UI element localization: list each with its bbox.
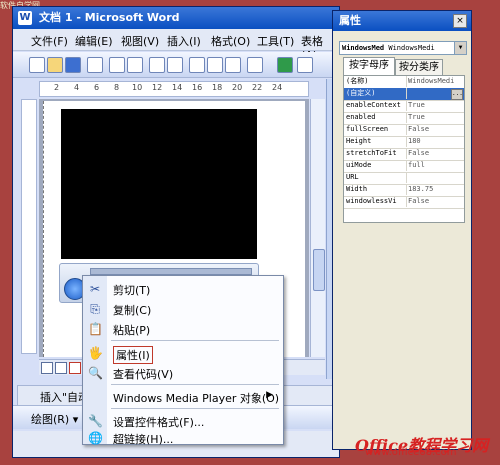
table-icon[interactable] [297, 57, 313, 73]
menu-view[interactable]: 视图(V) [121, 33, 159, 49]
submenu-arrow-icon: ▶ [266, 390, 273, 400]
scrollbar-thumb[interactable] [313, 249, 325, 291]
menu-item-wmp-object[interactable]: Windows Media Player 对象(O) ▶ [83, 387, 283, 407]
property-row[interactable]: windowlessVi False [344, 196, 464, 209]
normal-view-icon[interactable] [41, 362, 53, 374]
word-window-title: 文档 1 - Microsoft Word [39, 11, 180, 24]
ruler-tick: 8 [114, 83, 120, 92]
properties-title: 属性 [333, 11, 471, 31]
ruler-tick: 16 [192, 83, 203, 92]
menu-item-label: 剪切(T) [113, 284, 151, 297]
object-selector[interactable]: WindowsMed WindowsMedi ▼ [339, 41, 467, 55]
ruler-tick: 4 [74, 83, 80, 92]
menu-file[interactable]: 文件(F) [31, 33, 68, 49]
media-player-video[interactable] [61, 109, 257, 259]
menu-item-label: 复制(C) [113, 304, 152, 317]
ellipsis-button[interactable]: ... [451, 89, 463, 100]
menu-item-properties[interactable]: 🖐 属性(I) [83, 343, 283, 364]
menu-separator [111, 340, 279, 341]
ruler-tick: 18 [212, 83, 223, 92]
menu-item-paste[interactable]: 📋 粘贴(P) [83, 319, 283, 339]
watermark-url: www.office68.com [365, 447, 457, 458]
view-code-icon: 🔍 [88, 366, 103, 380]
spelling-icon[interactable] [149, 57, 165, 73]
standard-toolbar [13, 52, 339, 78]
paste-icon: 📋 [88, 322, 103, 336]
ruler-tick: 14 [172, 83, 183, 92]
menu-edit[interactable]: 编辑(E) [75, 33, 113, 49]
menu-insert[interactable]: 插入(I) [167, 33, 201, 49]
menu-tools[interactable]: 工具(T) [257, 33, 294, 49]
menu-separator [111, 384, 279, 385]
hyperlink-toolbar-icon[interactable] [277, 57, 293, 73]
close-icon[interactable]: × [453, 14, 467, 28]
ruler-tick: 12 [152, 83, 163, 92]
chevron-down-icon: ▼ [454, 42, 466, 54]
property-grid: (名称) WindowsMedi (自定义)... enableContext Tr… [343, 75, 465, 223]
menu-item-label: Windows Media Player 对象(O) [113, 392, 280, 405]
horizontal-ruler: 2 4 6 8 10 12 14 16 18 20 22 24 [39, 81, 309, 97]
ruler-tick: 10 [132, 83, 143, 92]
menu-bar: 文件(F) 编辑(E) 视图(V) 插入(I) 格式(O) 工具(T) 表格(A… [13, 29, 339, 62]
properties-icon: 🖐 [88, 346, 103, 360]
ruler-tick: 20 [232, 83, 243, 92]
menu-item-cut[interactable]: ✂ 剪切(T) [83, 279, 283, 299]
menu-item-copy[interactable]: ⎘ 复制(C) [83, 299, 283, 319]
paste-toolbar-icon[interactable] [225, 57, 241, 73]
ruler-tick: 2 [54, 83, 60, 92]
new-icon[interactable] [29, 57, 45, 73]
web-view-icon[interactable] [55, 362, 67, 374]
menu-format[interactable]: 格式(O) [211, 33, 250, 49]
ruler-tick: 24 [272, 83, 283, 92]
save-icon[interactable] [65, 57, 81, 73]
menu-item-label: 查看代码(V) [113, 368, 174, 381]
print-view-icon[interactable] [69, 362, 81, 374]
menu-item-hyperlink[interactable]: 🌐 超链接(H)... [83, 428, 283, 448]
print-icon[interactable] [109, 57, 125, 73]
scissors-icon: ✂ [89, 282, 101, 296]
undo-icon[interactable] [247, 57, 263, 73]
word-app-icon: W [18, 11, 32, 25]
copy-icon: ⎘ [90, 302, 100, 316]
seek-bar[interactable] [90, 268, 252, 275]
tab-categorized[interactable]: 按分类序 [395, 59, 443, 76]
copy-toolbar-icon[interactable] [207, 57, 223, 73]
menu-item-label: 属性(I) [113, 346, 153, 364]
permission-icon[interactable] [87, 57, 103, 73]
menu-item-view-code[interactable]: 🔍 查看代码(V) [83, 363, 283, 383]
ruler-tick: 22 [252, 83, 263, 92]
vertical-scrollbar[interactable] [310, 99, 325, 357]
format-control-icon: 🔧 [88, 414, 103, 428]
object-name: WindowsMed [342, 44, 385, 52]
word-title-bar: W 文档 1 - Microsoft Word [13, 7, 339, 29]
object-type: WindowsMedi [388, 44, 435, 52]
tab-alphabetic[interactable]: 按字母序 [343, 57, 395, 76]
menu-separator [111, 408, 279, 409]
ruler-tick: 6 [94, 83, 100, 92]
menu-item-label: 超链接(H)... [113, 433, 174, 446]
menu-item-label: 粘贴(P) [113, 324, 151, 337]
context-menu: ✂ 剪切(T) ⎘ 复制(C) 📋 粘贴(P) 🖐 属性(I) 🔍 查看代码(V… [82, 275, 284, 448]
print-preview-icon[interactable] [127, 57, 143, 73]
properties-window: 属性 × WindowsMed WindowsMedi ▼ 按字母序 按分类序 … [332, 10, 472, 450]
hyperlink-icon: 🌐 [88, 431, 103, 445]
open-icon[interactable] [47, 57, 63, 73]
drawing-menu-button[interactable]: 绘图(R) ▾ [31, 411, 78, 427]
vertical-ruler [21, 99, 37, 354]
cut-icon[interactable] [189, 57, 205, 73]
research-icon[interactable] [167, 57, 183, 73]
